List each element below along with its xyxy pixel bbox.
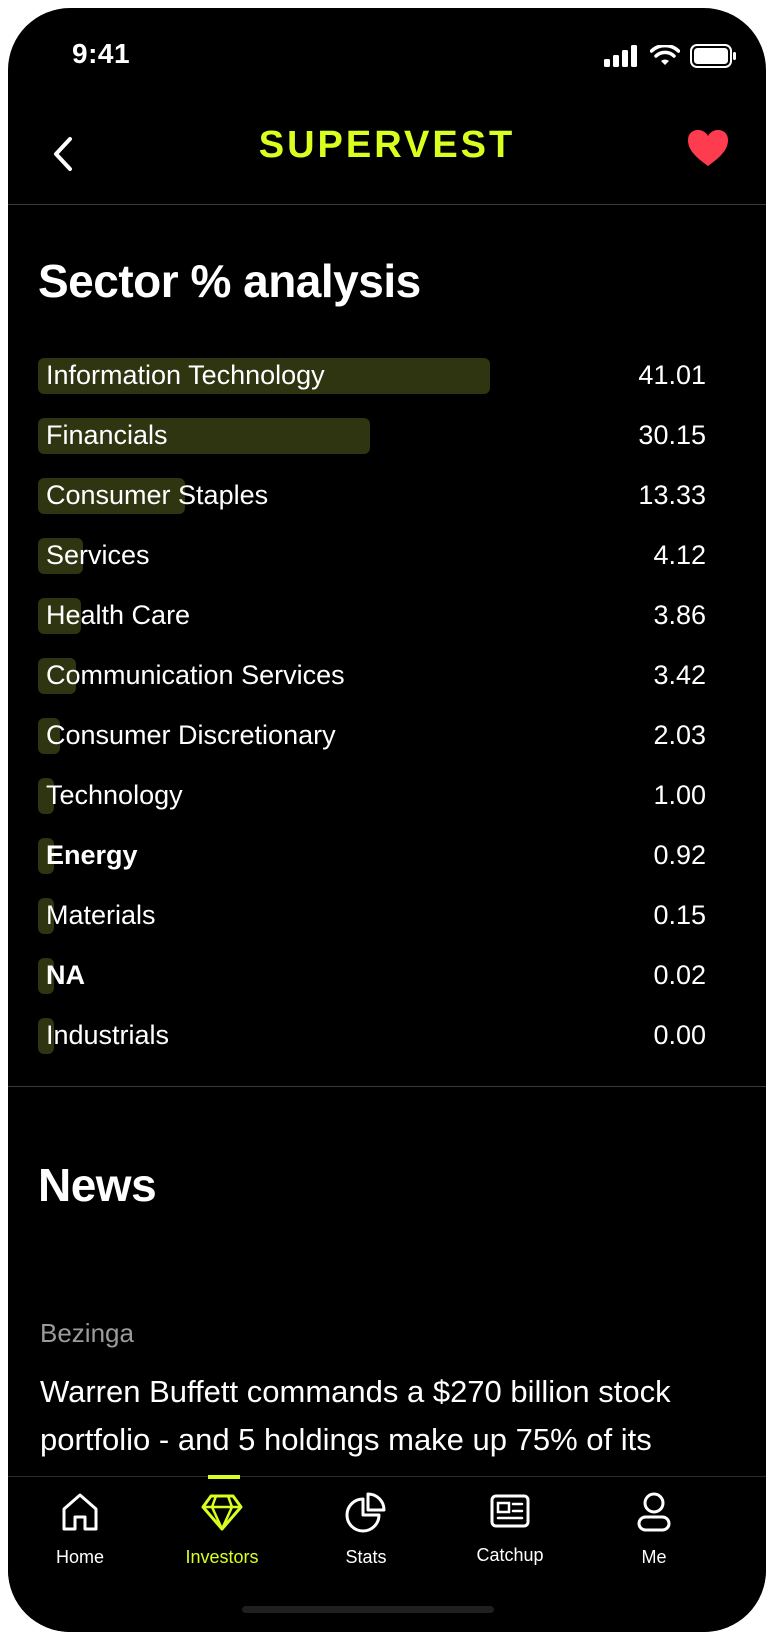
sector-value: 3.86 [653,600,706,630]
tab-home[interactable]: Home [20,1491,140,1591]
favorite-button[interactable] [686,128,736,178]
tab-label: Home [55,1547,104,1567]
sector-row: Financials 30.15 [38,416,706,476]
news-title: News [38,1159,157,1211]
sector-row: NA 0.02 [38,956,706,1016]
signal-icon [604,45,637,67]
sector-row: Consumer Staples 13.33 [38,476,706,536]
sector-value: 0.15 [653,900,706,930]
sector-value: 2.03 [653,720,706,750]
sector-row: Industrials 0.00 [38,1016,706,1076]
sector-value: 13.33 [638,480,706,510]
sector-label: Information Technology [46,360,325,390]
pie-chart-icon [345,1492,386,1533]
battery-icon [690,44,736,68]
sector-label: Consumer Staples [46,480,269,510]
home-icon [62,1493,98,1531]
status-bar: 9:41 [8,8,766,104]
sector-row: Information Technology 41.01 [38,356,706,416]
diamond-icon [201,1494,243,1531]
tab-me[interactable]: Me [594,1491,714,1591]
sector-label: Industrials [46,1020,170,1050]
newspaper-icon [490,1494,530,1528]
sector-label: Technology [46,780,183,810]
sector-value: 3.42 [653,660,706,690]
sector-value: 1.00 [653,780,706,810]
sector-row: Consumer Discretionary 2.03 [38,716,706,776]
sector-value: 4.12 [653,540,706,570]
app-logo: SUPERVEST [258,124,516,166]
tab-label: Stats [345,1547,387,1567]
tab-stats[interactable]: Stats [306,1491,426,1591]
sector-label: Energy [46,840,138,870]
news-source: Bezinga [40,1318,134,1348]
sector-value: 30.15 [638,420,706,450]
phone-frame: 9:41 SUPERVEST Sector % analysis Informa… [8,8,766,1632]
sector-label: NA [46,960,85,990]
sector-value: 41.01 [638,360,706,390]
sector-row: Services 4.12 [38,536,706,596]
sector-label: Consumer Discretionary [46,720,336,750]
sector-value: 0.92 [653,840,706,870]
tab-label: Catchup [476,1545,544,1565]
sector-row: Materials 0.15 [38,896,706,956]
app-header: SUPERVEST [8,104,766,205]
tab-label: Me [641,1547,667,1567]
wifi-icon [650,45,680,65]
user-icon [637,1492,671,1532]
sector-label: Financials [46,420,168,450]
sector-label: Materials [46,900,156,930]
sector-list: Information Technology 41.01 Financials 30.… [38,356,706,1076]
status-time: 9:41 [72,38,131,69]
home-indicator [242,1606,494,1613]
sector-label: Services [46,540,150,570]
active-tab-indicator [208,1475,240,1479]
sector-label: Communication Services [46,660,345,690]
sector-row: Health Care 3.86 [38,596,706,656]
sector-value: 0.00 [653,1020,706,1050]
heart-icon [688,130,728,166]
status-icons [604,44,736,68]
tab-catchup[interactable]: Catchup [450,1491,570,1591]
sector-value: 0.02 [653,960,706,990]
news-headline[interactable]: Warren Buffett commands a $270 billion s… [40,1368,700,1486]
section-divider [8,1086,766,1087]
tab-investors[interactable]: Investors [162,1491,282,1591]
sector-row: Energy 0.92 [38,836,706,896]
tab-label: Investors [185,1547,259,1567]
sector-label: Health Care [46,600,191,630]
sector-row: Technology 1.00 [38,776,706,836]
sector-analysis-title: Sector % analysis [38,255,421,307]
sector-row: Communication Services 3.42 [38,656,706,716]
